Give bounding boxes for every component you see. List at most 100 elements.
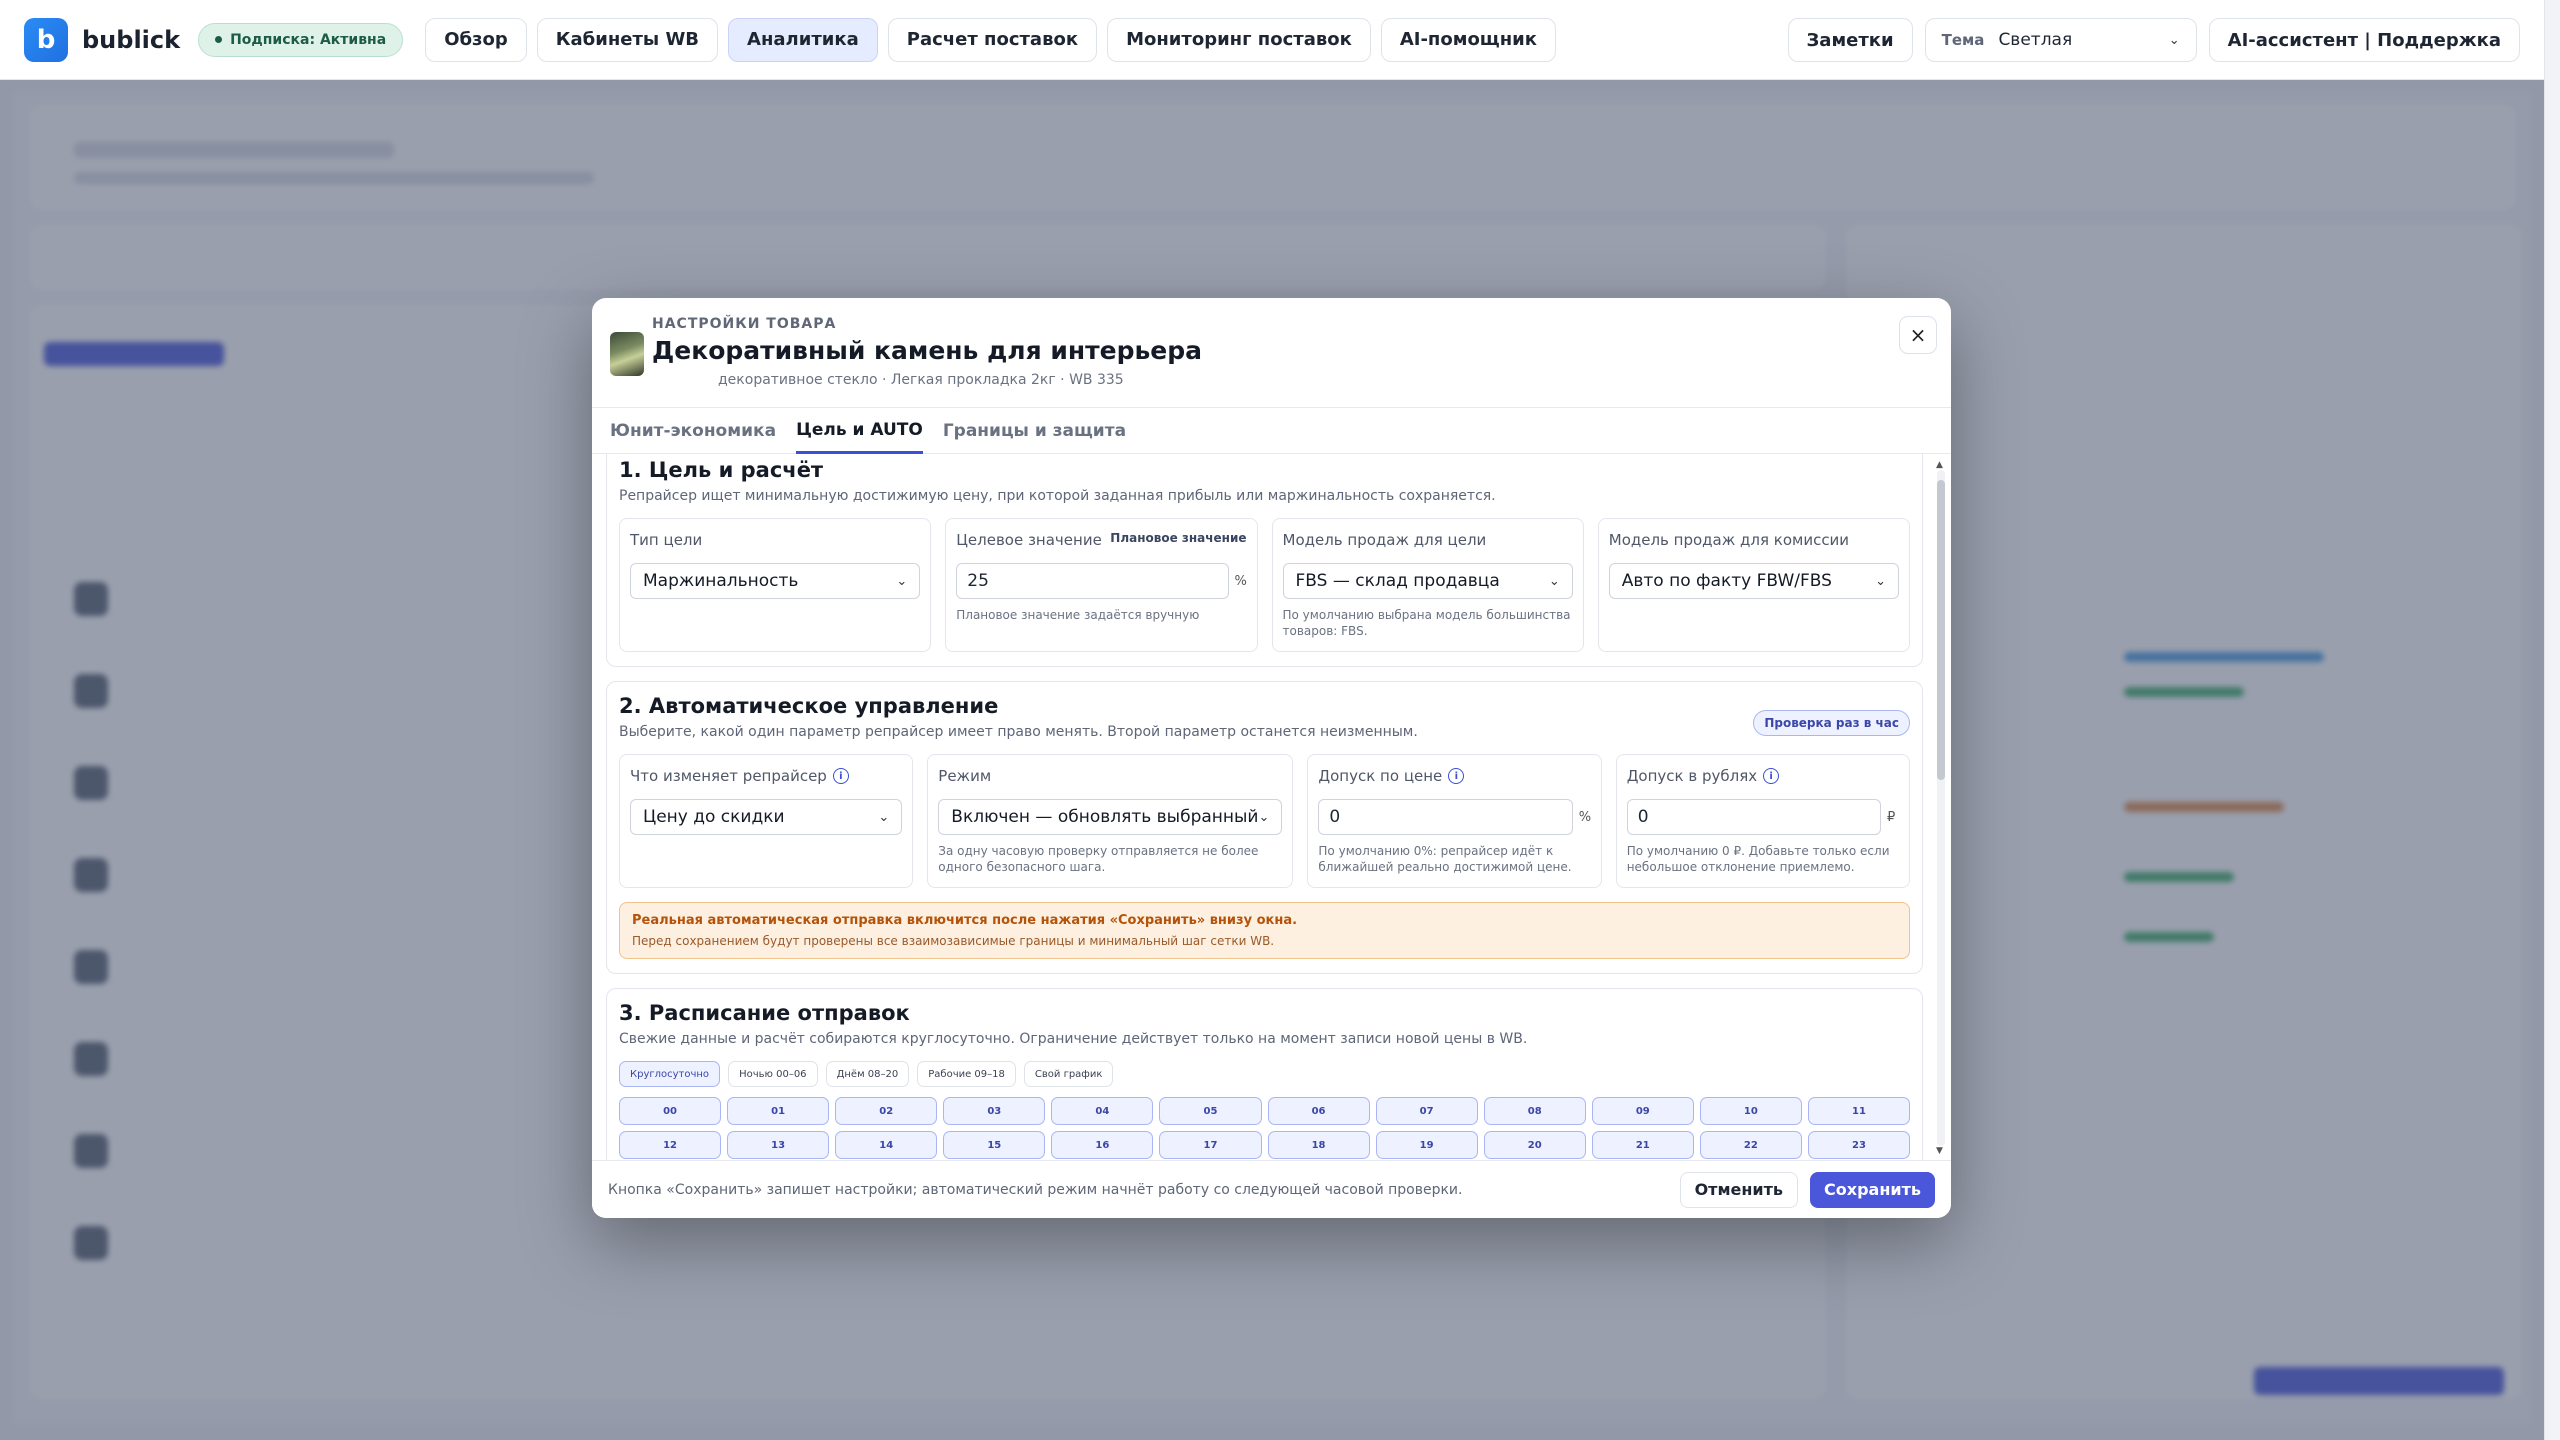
hour-toggle[interactable]: 14 — [835, 1131, 938, 1159]
hour-toggle[interactable]: 15 — [943, 1131, 1046, 1159]
hour-toggle[interactable]: 10 — [1699, 1097, 1802, 1125]
info-icon[interactable]: i — [1763, 768, 1780, 784]
field-label: Модель продаж для цели — [1282, 531, 1487, 549]
hour-toggle[interactable]: 04 — [1051, 1097, 1154, 1125]
modal-scrollbar[interactable]: ▲ ▼ — [1935, 460, 1947, 1156]
field-label: Допуск по цене — [1318, 767, 1443, 785]
nav-button[interactable]: Кабинеты WB — [536, 17, 719, 62]
hour-toggle[interactable]: 06 — [1267, 1097, 1370, 1125]
hour-toggle[interactable]: 17 — [1159, 1131, 1262, 1159]
hour-toggle[interactable]: 02 — [835, 1097, 938, 1125]
hour-toggle[interactable]: 22 — [1699, 1131, 1802, 1159]
modal-subtitle: декоративное стекло · Легкая прокладка 2… — [718, 372, 1124, 388]
hour-toggle[interactable]: 16 — [1051, 1131, 1154, 1159]
save-warning-alert: Реальная автоматическая отправка включит… — [619, 902, 1910, 959]
hour-toggle[interactable]: 21 — [1591, 1131, 1694, 1159]
modal-tab[interactable]: Юнит-экономика — [610, 408, 776, 454]
theme-select[interactable]: Тема Светлая ⌄ — [1924, 18, 2197, 62]
page-scrollbar[interactable] — [2544, 0, 2560, 1440]
schedule-preset-chip[interactable]: Ночью 00–06 — [728, 1061, 818, 1087]
close-icon[interactable]: × — [1899, 316, 1937, 354]
sales-model-select[interactable]: FBS — склад продавца ⌄ — [1282, 563, 1573, 599]
schedule-preset-chip[interactable]: Днём 08–20 — [825, 1061, 910, 1087]
modal-body: 1. Цель и расчёт Репрайсер ищет минималь… — [592, 454, 1951, 1160]
plan-value-tag: Плановое значение — [1110, 531, 1247, 545]
notes-button[interactable]: Заметки — [1787, 18, 1913, 62]
subscription-label: Подписка: Активна — [230, 31, 387, 48]
field-hint: По умолчанию выбрана модель большинства … — [1282, 608, 1571, 638]
field-label: Тип цели — [630, 531, 703, 549]
mode-card: Режим Включен — обновлять выбранный ⌄ За… — [927, 754, 1294, 888]
section-goal: 1. Цель и расчёт Репрайсер ищет минималь… — [606, 454, 1923, 667]
status-dot-icon — [215, 36, 223, 43]
brand-logo[interactable]: b — [24, 17, 68, 62]
scroll-thumb[interactable] — [1937, 480, 1945, 780]
modal-tab[interactable]: Границы и защита — [943, 408, 1126, 454]
commission-model-select[interactable]: Авто по факту FBW/FBS ⌄ — [1608, 563, 1899, 599]
mode-select[interactable]: Включен — обновлять выбранный ⌄ — [938, 799, 1283, 835]
chevron-down-icon: ⌄ — [896, 573, 908, 589]
hour-toggle[interactable]: 18 — [1267, 1131, 1370, 1159]
modal-eyebrow: НАСТРОЙКИ ТОВАРА — [652, 316, 837, 332]
hour-toggle[interactable]: 11 — [1807, 1097, 1910, 1125]
chevron-down-icon: ⌄ — [878, 809, 890, 825]
nav-button[interactable]: Расчет поставок — [887, 17, 1098, 62]
field-label: Режим — [938, 767, 992, 785]
price-tolerance-input[interactable]: 0 — [1318, 799, 1573, 835]
schedule-presets: Круглосуточно Ночью 00–06 Днём 08–20 Рабочи… — [619, 1061, 1910, 1087]
hour-toggle[interactable]: 07 — [1375, 1097, 1478, 1125]
rub-tolerance-input[interactable]: 0 — [1626, 799, 1881, 835]
section-description: Репрайсер ищет минимальную достижимую це… — [619, 488, 1496, 504]
footer-note: Кнопка «Сохранить» запишет настройки; ав… — [608, 1181, 1463, 1198]
field-hint: Плановое значение задаётся вручную — [956, 608, 1200, 622]
hour-toggle[interactable]: 08 — [1483, 1097, 1586, 1125]
nav-button[interactable]: Обзор — [425, 17, 527, 62]
select-value: Маржинальность — [643, 571, 799, 591]
field-label-row: Допуск по цене i — [1318, 767, 1590, 785]
nav-button[interactable]: AI-помощник — [1380, 17, 1556, 62]
modal-header: НАСТРОЙКИ ТОВАРА Декоративный камень для… — [592, 298, 1951, 408]
assistant-support-button[interactable]: AI-ассистент | Поддержка — [2208, 18, 2520, 62]
cancel-button[interactable]: Отменить — [1679, 1171, 1799, 1208]
section-title: 2. Автоматическое управление — [619, 694, 999, 718]
section-description: Выберите, какой один параметр репрайсер … — [619, 724, 1418, 740]
hour-toggle[interactable]: 23 — [1807, 1131, 1910, 1159]
hour-toggle[interactable]: 09 — [1591, 1097, 1694, 1125]
save-button[interactable]: Сохранить — [1810, 1171, 1935, 1208]
select-value: Авто по факту FBW/FBS — [1621, 571, 1832, 591]
hour-toggle[interactable]: 13 — [727, 1131, 830, 1159]
info-icon[interactable]: i — [832, 768, 849, 784]
hour-toggle[interactable]: 20 — [1483, 1131, 1586, 1159]
top-right-controls: Заметки Тема Светлая ⌄ AI-ассистент | По… — [1787, 18, 2520, 62]
schedule-preset-chip[interactable]: Круглосуточно — [619, 1061, 721, 1087]
hour-toggle[interactable]: 19 — [1375, 1131, 1478, 1159]
modal-tab[interactable]: Цель и AUTO — [796, 408, 923, 454]
scroll-up-icon[interactable]: ▲ — [1936, 460, 1943, 470]
info-icon[interactable]: i — [1448, 768, 1465, 784]
commission-model-card: Модель продаж для комиссии Авто по факту… — [1597, 518, 1910, 652]
modal-title: Декоративный камень для интерьера — [652, 336, 1202, 365]
schedule-preset-chip[interactable]: Рабочие 09–18 — [917, 1061, 1016, 1087]
scroll-down-icon[interactable]: ▼ — [1936, 1146, 1943, 1156]
select-value: FBS — склад продавца — [1295, 571, 1500, 591]
hour-toggle[interactable]: 01 — [727, 1097, 830, 1125]
hour-toggle[interactable]: 12 — [619, 1131, 722, 1159]
hour-toggle[interactable]: 05 — [1159, 1097, 1262, 1125]
field-hint: По умолчанию 0 ₽. Добавьте только если н… — [1626, 844, 1890, 874]
nav-button[interactable]: Мониторинг поставок — [1107, 17, 1371, 62]
chevron-down-icon: ⌄ — [1548, 573, 1560, 589]
product-settings-modal: НАСТРОЙКИ ТОВАРА Декоративный камень для… — [592, 298, 1951, 1218]
target-value-input[interactable]: 25 — [956, 563, 1229, 599]
goal-type-select[interactable]: Маржинальность ⌄ — [630, 563, 921, 599]
schedule-preset-chip[interactable]: Свой график — [1023, 1061, 1114, 1087]
target-value-card: Целевое значение Плановое значение 25 % … — [945, 518, 1258, 652]
nav-button[interactable]: Аналитика — [728, 17, 878, 62]
select-value: Включен — обновлять выбранный — [951, 807, 1259, 827]
hour-toggle[interactable]: 00 — [619, 1097, 722, 1125]
param-select[interactable]: Цену до скидки ⌄ — [630, 799, 903, 835]
field-label: Допуск в рублях — [1626, 767, 1758, 785]
product-thumbnail — [610, 332, 644, 376]
chevron-down-icon: ⌄ — [2168, 32, 2180, 48]
hour-toggle[interactable]: 03 — [943, 1097, 1046, 1125]
select-value: Цену до скидки — [643, 807, 785, 827]
